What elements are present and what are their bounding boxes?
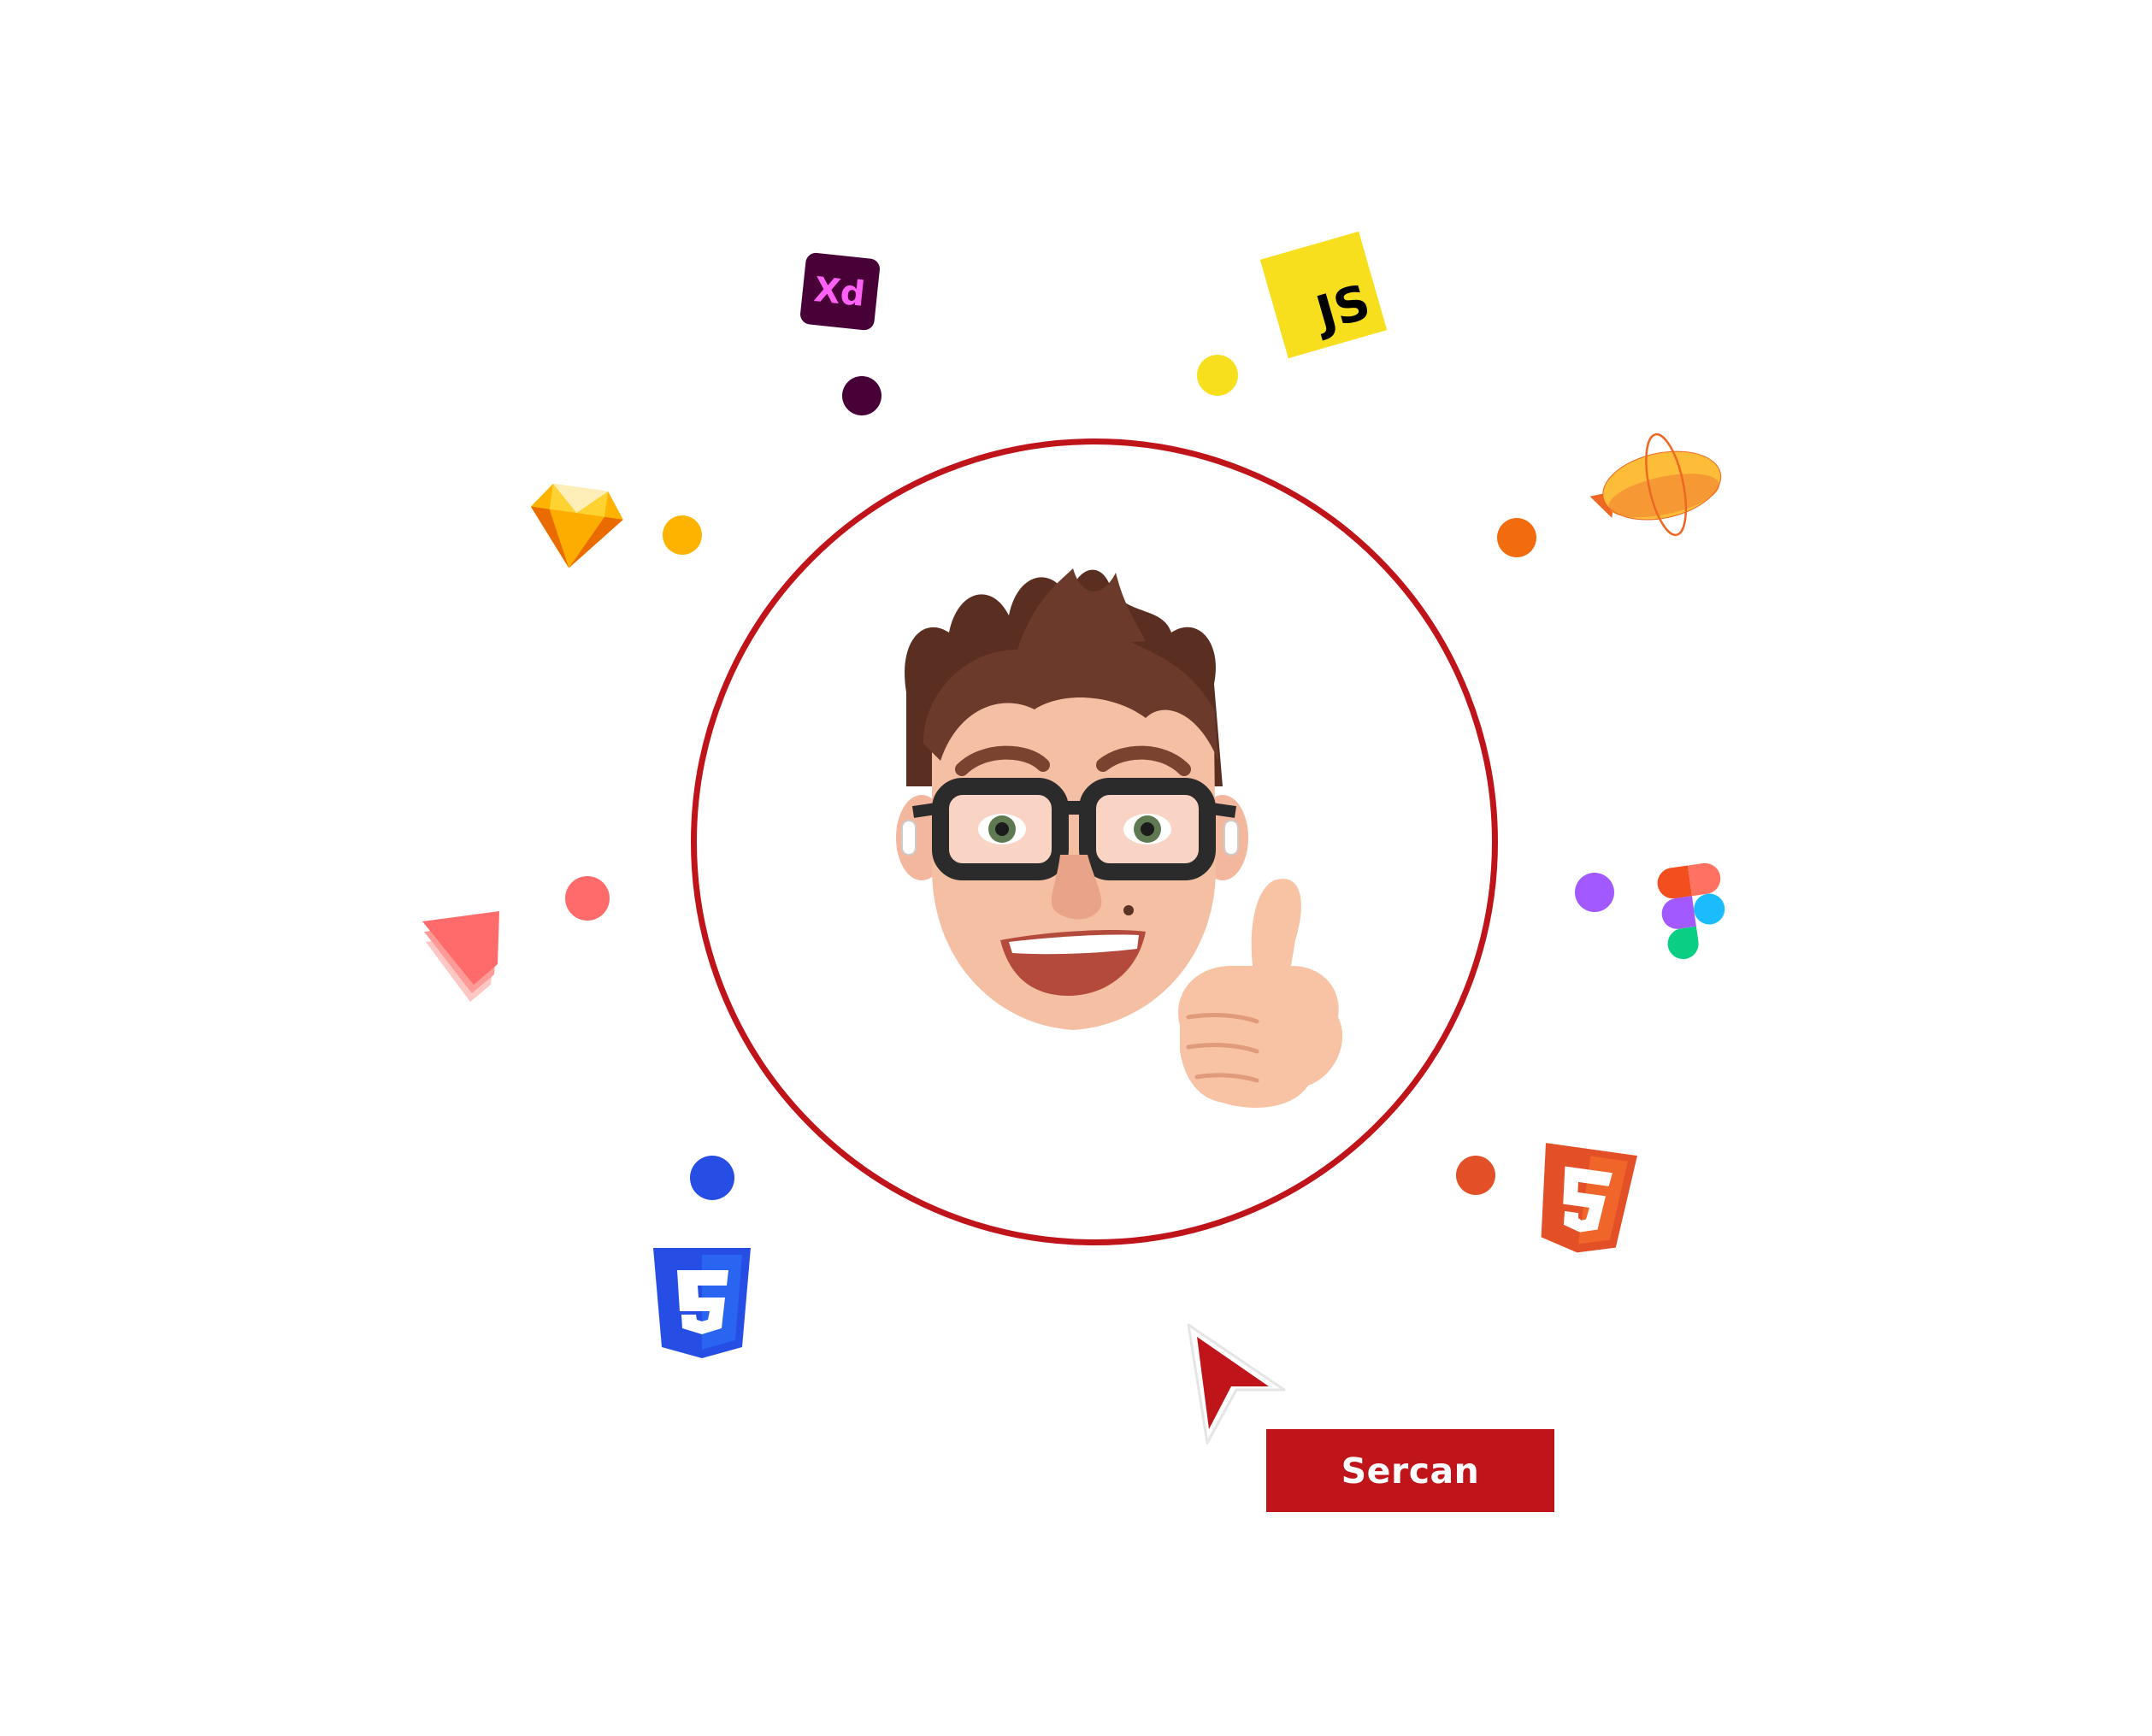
zeplin-dot — [1497, 518, 1536, 557]
javascript-icon: JS — [1259, 231, 1388, 359]
name-tag: Sercan — [1266, 1429, 1554, 1512]
memoji-thumbs-up-avatar-icon — [889, 564, 1351, 1128]
xd-label: Xd — [812, 270, 867, 315]
principle-dot — [565, 876, 610, 921]
figma-dot — [1575, 873, 1614, 912]
principle-icon — [419, 906, 522, 1009]
css3-icon — [651, 1246, 752, 1360]
xd-dot — [842, 376, 881, 415]
sketch-icon — [526, 483, 624, 573]
css3-dot — [690, 1156, 734, 1200]
name-tag-label: Sercan — [1341, 1450, 1480, 1492]
adobe-xd-icon: Xd — [799, 252, 881, 331]
html5-icon — [1535, 1143, 1637, 1256]
zeplin-icon — [1582, 433, 1727, 547]
sketch-dot — [663, 515, 702, 555]
js-dot — [1197, 355, 1238, 396]
html5-dot — [1456, 1156, 1495, 1195]
figma-icon — [1657, 862, 1731, 968]
